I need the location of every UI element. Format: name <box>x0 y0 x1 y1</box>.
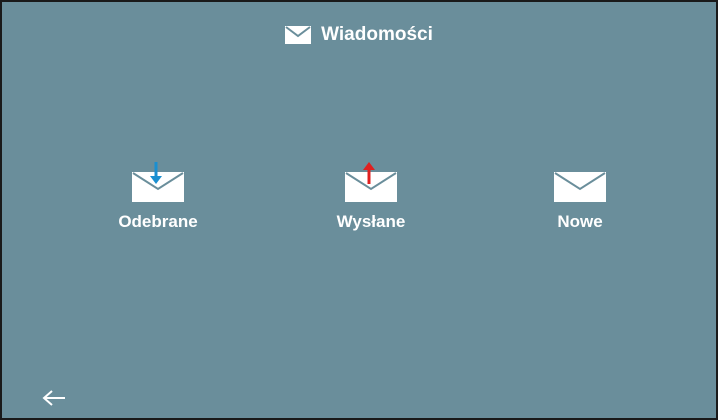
tile-label-new: Nowe <box>557 212 603 231</box>
messages-screen: Wiadomości Odebrane Wysłane Nowe <box>0 0 718 420</box>
tile-label-inbox: Odebrane <box>118 212 198 231</box>
tile-sent[interactable]: Wysłane <box>291 160 451 232</box>
arrow-left-icon <box>41 389 67 407</box>
new-envelope-icon <box>553 160 607 202</box>
tile-inbox[interactable]: Odebrane <box>78 160 238 232</box>
page-title: Wiadomości <box>321 24 433 45</box>
envelope-icon <box>285 26 312 44</box>
sent-envelope-icon <box>344 160 398 202</box>
back-button[interactable] <box>38 384 70 412</box>
tile-new[interactable]: Nowe <box>500 160 660 232</box>
inbox-envelope-icon <box>131 160 185 202</box>
tile-label-sent: Wysłane <box>336 212 406 231</box>
header: Wiadomości <box>2 24 716 46</box>
